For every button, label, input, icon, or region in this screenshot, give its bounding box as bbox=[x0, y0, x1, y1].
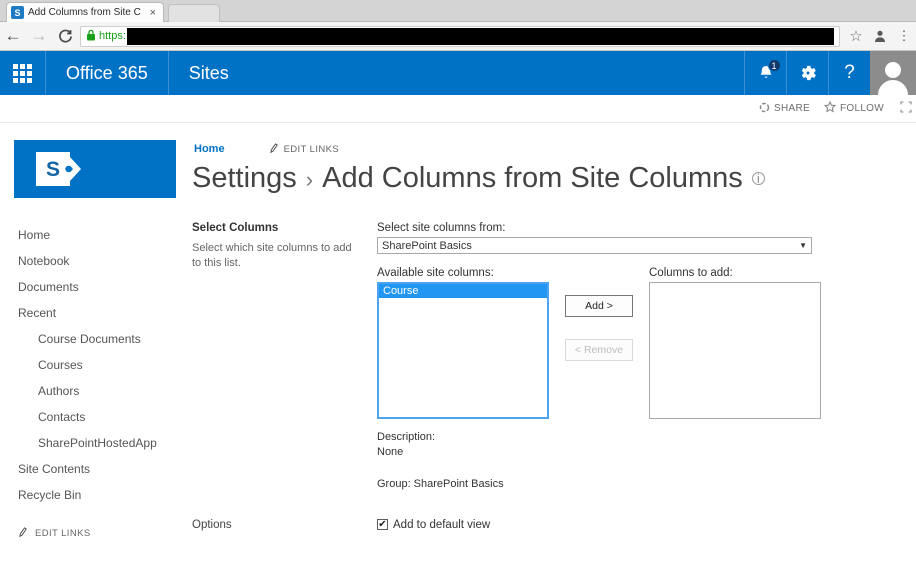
available-columns-column: Available site columns: Course bbox=[377, 267, 549, 419]
site-columns-source-dropdown[interactable]: SharePoint Basics ▼ bbox=[377, 237, 812, 254]
url-redaction-bar bbox=[126, 27, 834, 45]
lock-icon bbox=[86, 29, 96, 44]
notification-badge: 1 bbox=[767, 59, 781, 72]
site-columns-source-value: SharePoint Basics bbox=[382, 239, 472, 252]
browser-menu-icon[interactable]: ⋮ bbox=[892, 24, 916, 48]
add-columns-form: Select Columns Select which site columns… bbox=[192, 222, 908, 538]
add-to-default-view-label: Add to default view bbox=[393, 518, 491, 531]
add-button[interactable]: Add > bbox=[565, 295, 633, 317]
breadcrumb: Home EDIT LINKS bbox=[194, 142, 339, 156]
reload-icon[interactable] bbox=[52, 23, 78, 49]
new-tab-button[interactable] bbox=[168, 4, 220, 22]
star-icon bbox=[823, 100, 837, 116]
add-to-default-view-checkbox[interactable]: ✔ bbox=[377, 519, 388, 531]
forward-icon[interactable]: → bbox=[26, 23, 52, 49]
profile-icon[interactable] bbox=[868, 24, 892, 48]
left-navigation: Home Notebook Documents Recent Course Do… bbox=[18, 222, 183, 540]
close-tab-icon[interactable]: × bbox=[147, 7, 159, 19]
bookmark-star-icon[interactable]: ☆ bbox=[844, 24, 868, 48]
address-bar[interactable]: https: bbox=[80, 25, 840, 47]
page-title-main: Add Columns from Site Columns bbox=[322, 162, 743, 194]
browser-tab[interactable]: S Add Columns from Site C × bbox=[6, 2, 164, 22]
browser-toolbar: ← → https: ☆ ⋮ bbox=[0, 22, 916, 51]
office365-brand-link[interactable]: Office 365 bbox=[46, 51, 169, 95]
follow-button[interactable]: FOLLOW bbox=[823, 100, 884, 116]
options-label-column: Options bbox=[192, 519, 377, 538]
share-label: SHARE bbox=[774, 103, 810, 114]
description-label: Description: bbox=[377, 431, 436, 443]
select-columns-label-column: Select Columns Select which site columns… bbox=[192, 222, 377, 490]
remove-button: < Remove bbox=[565, 339, 633, 361]
command-strip: SHARE FOLLOW bbox=[0, 95, 916, 123]
select-columns-heading: Select Columns bbox=[192, 222, 279, 234]
back-icon[interactable]: ← bbox=[0, 23, 26, 49]
description-value: None bbox=[377, 445, 404, 458]
sites-link[interactable]: Sites bbox=[169, 51, 249, 95]
options-field-column: ✔ Add to default view bbox=[377, 519, 908, 538]
pencil-icon bbox=[267, 141, 280, 157]
logo-letter: S bbox=[45, 157, 60, 181]
info-icon[interactable]: i bbox=[751, 172, 765, 185]
notifications-icon[interactable]: 1 bbox=[744, 51, 786, 95]
follow-label: FOLLOW bbox=[839, 103, 884, 114]
focus-on-content-button[interactable] bbox=[900, 101, 912, 116]
list-item[interactable]: Course bbox=[379, 284, 547, 298]
sidebar-item-authors[interactable]: Authors bbox=[18, 378, 183, 404]
sidebar-item-contacts[interactable]: Contacts bbox=[18, 404, 183, 430]
help-icon[interactable]: ? bbox=[828, 51, 870, 95]
sidebar-item-courses[interactable]: Courses bbox=[18, 352, 183, 378]
office365-suite-bar: Office 365 Sites 1 ? bbox=[0, 51, 916, 97]
site-logo[interactable]: S bbox=[14, 140, 176, 198]
breadcrumb-home-link[interactable]: Home bbox=[194, 143, 225, 155]
share-button[interactable]: SHARE bbox=[759, 102, 810, 116]
sidebar-item-sharepointhostedapp[interactable]: SharePointHostedApp bbox=[18, 430, 183, 456]
page-title-separator: › bbox=[305, 167, 314, 192]
suite-bar-spacer bbox=[249, 51, 744, 95]
url-scheme-text: https: bbox=[99, 30, 126, 42]
pencil-icon bbox=[17, 525, 30, 541]
select-columns-field-column: Select site columns from: SharePoint Bas… bbox=[377, 222, 908, 490]
chevron-down-icon: ▼ bbox=[799, 241, 807, 250]
source-label: Select site columns from: bbox=[377, 222, 506, 234]
available-columns-label: Available site columns: bbox=[377, 267, 494, 279]
page-title: Settings › Add Columns from Site Columns… bbox=[192, 162, 765, 195]
columns-to-add-label: Columns to add: bbox=[649, 267, 733, 279]
sidebar-edit-links-button[interactable]: EDIT LINKS bbox=[18, 526, 183, 540]
sidebar-item-recent[interactable]: Recent bbox=[18, 300, 183, 326]
sidebar-item-site-contents[interactable]: Site Contents bbox=[18, 456, 183, 482]
options-section: Options ✔ Add to default view bbox=[192, 519, 908, 538]
top-edit-links-button[interactable]: EDIT LINKS bbox=[269, 142, 340, 156]
sharepoint-favicon-icon: S bbox=[11, 6, 24, 19]
columns-to-add-column: Columns to add: bbox=[649, 267, 821, 419]
select-columns-section: Select Columns Select which site columns… bbox=[192, 222, 908, 490]
page-title-prefix[interactable]: Settings bbox=[192, 162, 297, 195]
share-icon bbox=[759, 102, 770, 116]
app-launcher-icon[interactable] bbox=[0, 51, 46, 95]
sidebar-item-home[interactable]: Home bbox=[18, 222, 183, 248]
sidebar-item-course-documents[interactable]: Course Documents bbox=[18, 326, 183, 352]
settings-gear-icon[interactable] bbox=[786, 51, 828, 95]
focus-on-content-icon bbox=[900, 101, 912, 116]
sidebar-item-notebook[interactable]: Notebook bbox=[18, 248, 183, 274]
column-metadata: Description: None Group: SharePoint Basi… bbox=[377, 430, 677, 490]
browser-tab-strip: S Add Columns from Site C × bbox=[0, 0, 916, 22]
sharepoint-logo-icon: S bbox=[36, 152, 81, 186]
sidebar-item-recycle-bin[interactable]: Recycle Bin bbox=[18, 482, 183, 508]
user-avatar[interactable] bbox=[870, 51, 916, 97]
add-to-default-view-row[interactable]: ✔ Add to default view bbox=[377, 519, 908, 531]
browser-tab-title: Add Columns from Site C bbox=[28, 7, 141, 18]
select-columns-description: Select which site columns to add to this… bbox=[192, 242, 352, 269]
sidebar-item-documents[interactable]: Documents bbox=[18, 274, 183, 300]
top-edit-links-label: EDIT LINKS bbox=[283, 143, 340, 155]
picker-buttons: Add > < Remove bbox=[549, 267, 649, 419]
sidebar-edit-links-label: EDIT LINKS bbox=[35, 527, 91, 539]
columns-to-add-listbox[interactable] bbox=[649, 282, 821, 419]
column-picker: Available site columns: Course Add > < R… bbox=[377, 267, 908, 419]
options-heading: Options bbox=[192, 518, 232, 531]
available-site-columns-listbox[interactable]: Course bbox=[377, 282, 549, 419]
group-text: Group: SharePoint Basics bbox=[377, 477, 504, 490]
